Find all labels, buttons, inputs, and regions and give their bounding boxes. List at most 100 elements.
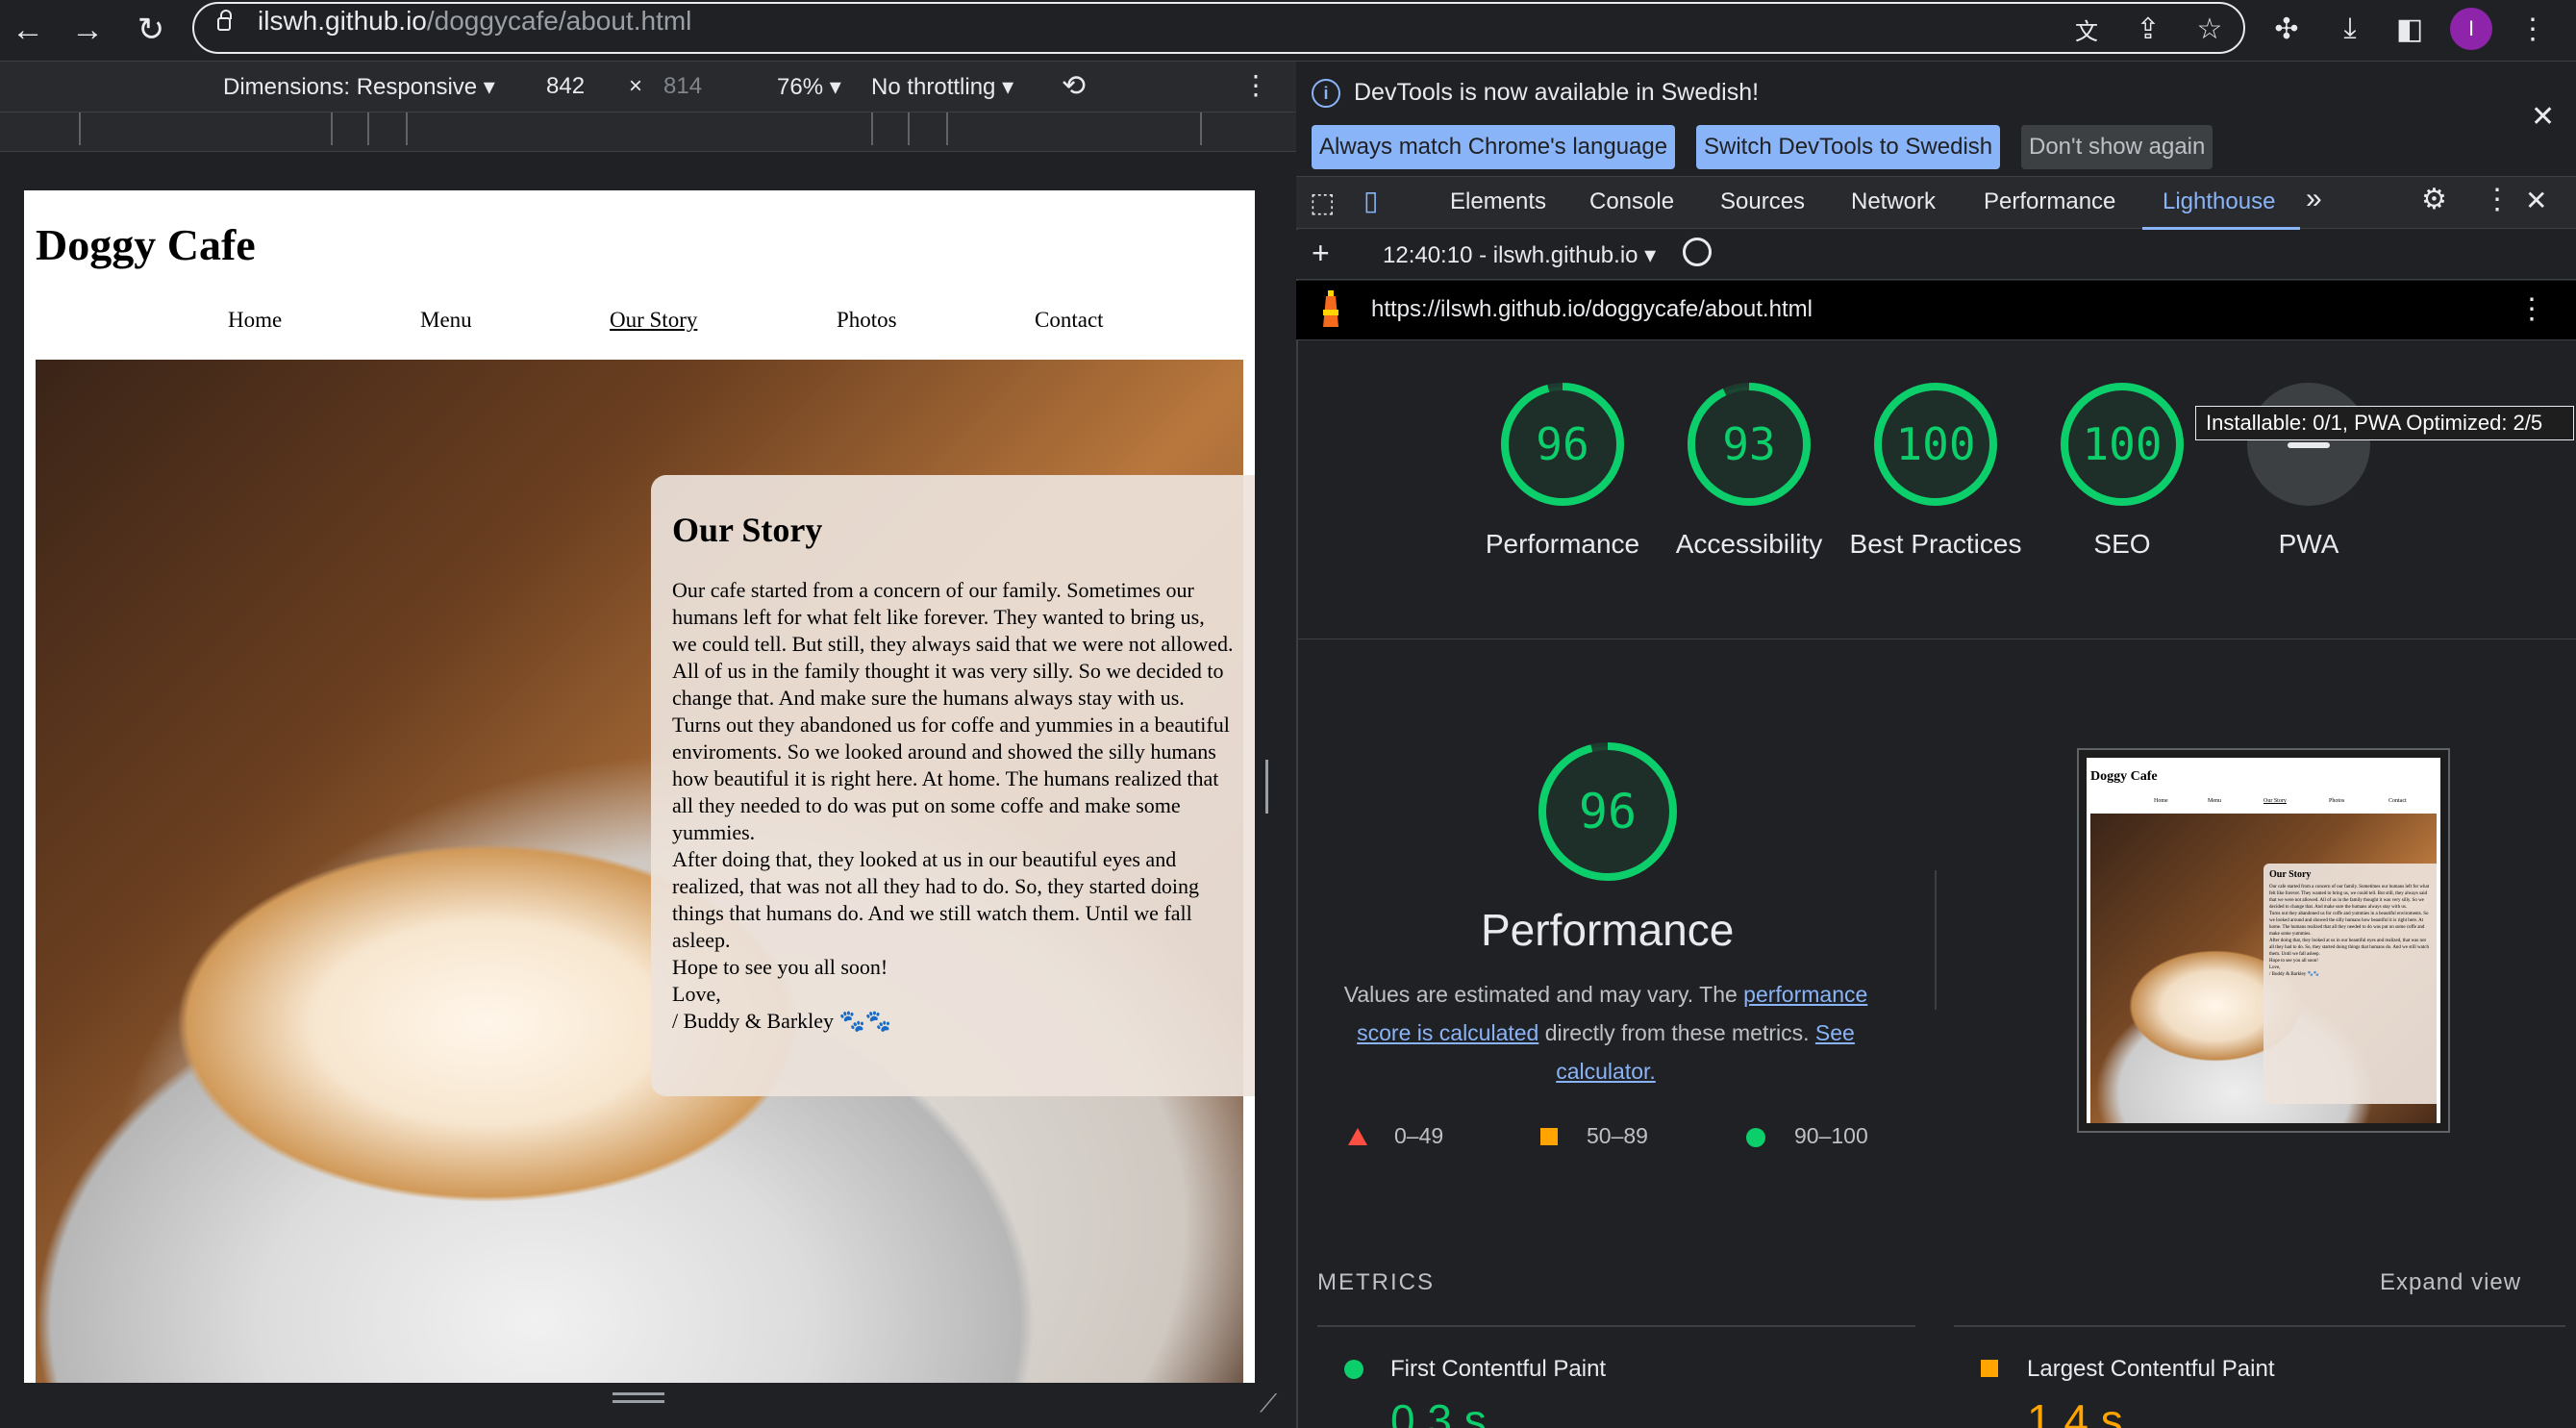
throttling-label: No throttling <box>871 74 996 100</box>
story-paragraph: Turns out they abandoned us for coffe an… <box>672 713 1230 844</box>
report-url[interactable]: https://ilswh.github.io/doggycafe/about.… <box>1371 296 1813 323</box>
always-match-language-button[interactable]: Always match Chrome's language <box>1312 125 1676 169</box>
infobar-message: DevTools is now available in Swedish! <box>1354 79 1760 106</box>
lighthouse-toolbar: + 12:40:10 - ilswh.github.io ▾ <box>1296 230 2576 280</box>
device-toggle-icon[interactable]: ▯ <box>1363 185 1378 216</box>
thumb-story-text: Turns out they abandoned us for coffe an… <box>2269 912 2429 937</box>
bookmark-star-icon[interactable]: ☆ <box>2187 6 2233 52</box>
zoom-select[interactable]: 76% ▾ <box>777 73 841 101</box>
devtools-menu-icon[interactable]: ⋮ <box>2483 183 2512 216</box>
report-select-label: 12:40:10 - ilswh.github.io <box>1383 242 1638 268</box>
metrics-heading: METRICS <box>1317 1269 1435 1295</box>
thumb-nav-photos: Photos <box>2329 798 2345 804</box>
settings-gear-icon[interactable]: ⚙ <box>2421 183 2447 216</box>
thumb-story-text: Hope to see you all soon! <box>2269 959 2318 964</box>
report-select[interactable]: 12:40:10 - ilswh.github.io ▾ <box>1383 241 1656 269</box>
metric-value-fcp: 0.3 s <box>1390 1395 1487 1428</box>
thumb-nav-contact: Contact <box>2388 798 2407 804</box>
story-card: Our Story Our cafe started from a concer… <box>651 475 1255 1096</box>
gauge-label-best-practices: Best Practices <box>1849 529 2022 559</box>
switch-to-swedish-button[interactable]: Switch DevTools to Swedish <box>1696 125 2001 169</box>
clear-reports-icon[interactable] <box>1683 238 1712 266</box>
tab-console[interactable]: Console <box>1589 188 1674 215</box>
share-icon[interactable]: ⇪ <box>2125 6 2171 52</box>
url-host: ilswh.github.io <box>258 6 427 36</box>
tab-sources[interactable]: Sources <box>1720 188 1805 215</box>
media-query-ruler[interactable] <box>0 112 1296 152</box>
story-signature: / Buddy & Barkley 🐾🐾 <box>672 1009 892 1033</box>
nav-photos[interactable]: Photos <box>837 308 897 333</box>
new-report-plus-icon[interactable]: + <box>1312 236 1330 271</box>
device-toolbar: Dimensions: Responsive ▾ 842 × 814 76% ▾… <box>0 62 1296 112</box>
times-icon: × <box>629 73 643 99</box>
close-devtools-icon[interactable]: ✕ <box>2525 185 2547 216</box>
download-icon[interactable]: ⤓ <box>2327 6 2373 52</box>
viewport-resize-handle-right[interactable] <box>1265 760 1275 814</box>
thumb-nav-home: Home <box>2154 798 2168 804</box>
legend-fail: 0–49 <box>1394 1123 1444 1148</box>
tab-elements[interactable]: Elements <box>1450 188 1546 215</box>
dimensions-select[interactable]: Dimensions: Responsive ▾ <box>223 73 495 101</box>
thumb-story-text: / Buddy & Barkley 🐾🐾 <box>2269 972 2319 977</box>
more-tabs-chevron-icon[interactable]: » <box>2306 183 2322 215</box>
height-input[interactable]: 814 <box>663 73 702 100</box>
translate-icon[interactable]: 文 <box>2063 6 2110 52</box>
width-input[interactable]: 842 <box>546 73 585 100</box>
chrome-menu-icon[interactable]: ⋮ <box>2510 6 2556 52</box>
nav-menu[interactable]: Menu <box>420 308 472 333</box>
gauge-seo[interactable]: 100 <box>2059 381 2186 513</box>
story-paragraph: Love, <box>672 982 721 1006</box>
gauge-label-accessibility: Accessibility <box>1675 529 1823 559</box>
gauge-score: 100 <box>1895 418 1976 470</box>
corner-resize-icon[interactable]: ⟋ <box>1260 1389 1277 1419</box>
nav-contact[interactable]: Contact <box>1035 308 1104 333</box>
url-text[interactable]: ilswh.github.io/doggycafe/about.html <box>258 4 691 38</box>
profile-avatar[interactable]: I <box>2450 8 2492 50</box>
legend-pass: 90–100 <box>1794 1123 1868 1148</box>
tab-network[interactable]: Network <box>1851 188 1936 215</box>
metric-divider <box>1317 1325 1915 1327</box>
large-gauge-score: 96 <box>1578 784 1638 839</box>
tab-performance[interactable]: Performance <box>1984 188 2115 215</box>
thumb-story-text: Our cafe started from a concern of our f… <box>2269 885 2430 910</box>
extensions-puzzle-icon[interactable]: ✣ <box>2263 6 2310 52</box>
gauge-performance[interactable]: 96 <box>1499 381 1626 513</box>
dimensions-label: Dimensions: Responsive <box>223 74 478 100</box>
thumb-nav-our-story: Our Story <box>2263 798 2287 804</box>
close-infobar-icon[interactable]: ✕ <box>2531 100 2555 134</box>
lock-icon[interactable] <box>217 10 232 31</box>
metric-name-fcp: First Contentful Paint <box>1390 1356 1607 1382</box>
dont-show-again-button[interactable]: Don't show again <box>2021 125 2213 169</box>
forward-arrow-icon[interactable]: → <box>65 8 110 52</box>
rotate-icon[interactable]: ⟲ <box>1062 69 1086 103</box>
side-panel-icon[interactable]: ◧ <box>2387 6 2433 52</box>
expand-view-toggle[interactable]: Expand view <box>2380 1269 2521 1296</box>
gauge-score: 100 <box>2082 418 2163 470</box>
thumb-story-card: Our Story Our cafe started from a concer… <box>2263 864 2437 1104</box>
url-path: /doggycafe/about.html <box>426 6 692 36</box>
zoom-label: 76% <box>777 74 824 100</box>
gauge-best-practices[interactable]: 100 <box>1872 381 1999 513</box>
average-square-icon <box>1540 1128 1558 1145</box>
legend-average: 50–89 <box>1587 1123 1648 1148</box>
info-icon: i <box>1312 79 1340 108</box>
gauge-accessibility[interactable]: 93 <box>1686 381 1813 513</box>
story-body: Our cafe started from a concern of our f… <box>672 577 1234 1035</box>
vertical-divider <box>1935 870 1937 1010</box>
pwa-badge-icon <box>2247 383 2370 506</box>
thumb-story-heading: Our Story <box>2269 869 2312 880</box>
gauge-pwa[interactable] <box>2245 381 2372 513</box>
nav-home[interactable]: Home <box>228 308 282 333</box>
device-more-icon[interactable]: ⋮ <box>1242 69 1269 101</box>
viewport-resize-handle-bottom[interactable] <box>613 1392 664 1406</box>
back-arrow-icon[interactable]: ← <box>6 8 50 52</box>
reload-icon[interactable]: ↻ <box>129 8 173 52</box>
nav-our-story[interactable]: Our Story <box>610 308 697 333</box>
metric-name-lcp: Largest Contentful Paint <box>2027 1356 2275 1382</box>
inspect-element-icon[interactable]: ⬚ <box>1310 187 1335 218</box>
gauge-label-performance: Performance <box>1485 529 1640 559</box>
report-menu-icon[interactable]: ⋮ <box>2517 292 2546 326</box>
tab-lighthouse[interactable]: Lighthouse <box>2163 188 2275 215</box>
throttling-select[interactable]: No throttling ▾ <box>871 73 1013 101</box>
fail-triangle-icon <box>1348 1128 1367 1145</box>
